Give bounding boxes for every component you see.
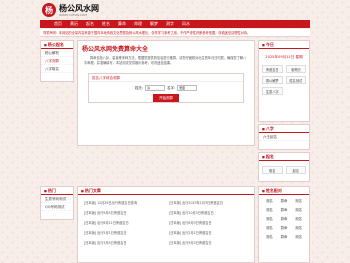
- form-row: 姓氏: 名字:: [89, 82, 243, 94]
- tool-button[interactable]: 周公解梦: [262, 76, 283, 84]
- nav-item-naming[interactable]: 起名: [82, 20, 98, 28]
- sidebar-bottom-panel: 热门 生辰号码测试 QQ号码测试: [40, 186, 74, 220]
- submit-button[interactable]: 开始测算: [153, 94, 179, 102]
- nav-item-fengshui[interactable]: 风水: [178, 20, 194, 28]
- article-link[interactable]: [日本版] 出行2023年1月3日黄道吉日: [169, 198, 248, 208]
- grid-link[interactable]: 测名: [262, 233, 277, 242]
- surname-input[interactable]: [145, 85, 165, 91]
- main-panel: 杨公风水网免费算命大全 算命包括八卦、星象等多种方法，根据您提供的信息进行推算，…: [77, 40, 255, 146]
- article-link[interactable]: [日本版] 出行9月5日黄道吉日: [84, 208, 163, 218]
- tool-buttons: 黄道吉日 老黄历 周公解梦 姓名测试 生辰八字: [259, 60, 309, 100]
- name-match-panel: 姓名配对 测名 算命 测名 测名 算命 测名 测名 算命 测名 测名 算命 测名…: [258, 186, 310, 263]
- grid-link[interactable]: 测名: [262, 224, 277, 233]
- grid-link[interactable]: 测名: [262, 206, 277, 215]
- tool-button[interactable]: 黄道吉日: [262, 65, 283, 73]
- sidebar-bottom-title: 热门: [41, 187, 73, 195]
- naming-button[interactable]: 取名: [262, 166, 283, 174]
- tool-button[interactable]: 姓名测试: [285, 76, 306, 84]
- bazi-panel: 八字 六壬起名: [258, 124, 310, 150]
- article-link[interactable]: [日本版] 出行10月3日黄道吉日: [169, 208, 248, 218]
- grid-link[interactable]: 算命: [277, 206, 292, 215]
- bazi-link[interactable]: 六壬起名: [259, 133, 309, 141]
- grid-link[interactable]: 测名: [291, 206, 306, 215]
- grid-link[interactable]: 测名: [291, 233, 306, 242]
- grid-link[interactable]: 算命: [277, 224, 292, 233]
- sidebar-item[interactable]: 杨公解析: [41, 49, 73, 57]
- grid-link[interactable]: 测名: [291, 197, 306, 206]
- nav-item-almanac[interactable]: 黄历: [66, 20, 82, 28]
- sidebar-item[interactable]: 八字取名: [41, 65, 73, 73]
- tool-button[interactable]: 老黄历: [285, 65, 306, 73]
- sidebar-title: 杨公起名: [41, 41, 73, 49]
- date-panel-title: 今日: [259, 41, 309, 49]
- sidebar-bottom-item[interactable]: QQ号码测试: [41, 203, 73, 211]
- sidebar-bottom-item[interactable]: 生辰号码测试: [41, 195, 73, 203]
- bazi-panel-title: 八字: [259, 125, 309, 133]
- form-title: 姓名八字综合测算: [89, 74, 243, 82]
- hot-articles-panel: 热门文章 [日本版] 12月29日出行黄道吉日查询 [日本版] 出行2023年1…: [77, 186, 255, 263]
- sidebar-panel: 杨公起名 杨公解析 八字测算 八字取名: [40, 40, 74, 82]
- hot-articles-title: 热门文章: [78, 187, 254, 195]
- article-link[interactable]: [日本版] 出行5月1日黄道吉日: [84, 228, 163, 238]
- nav-item-fortune[interactable]: 算命: [114, 20, 130, 28]
- grid-link[interactable]: 算命: [277, 197, 292, 206]
- notice-banner: 郑重声明：本网站的全量内容来源于国内本地传统文化思想及杨公风水理论，仅作学习参考…: [40, 29, 310, 37]
- grid-link[interactable]: 算命: [277, 215, 292, 224]
- main-nav: 首页 黄历 起名 姓名 算命 命理 解梦 测字 风水: [40, 20, 310, 28]
- hot-articles-list: [日本版] 12月29日出行黄道吉日查询 [日本版] 出行2023年1月3日黄道…: [78, 195, 254, 251]
- nav-item-name[interactable]: 姓名: [98, 20, 114, 28]
- intro-text: 算命包括八卦、星象等多种方法，根据您提供的信息进行推算，请您仔细核对出生的年月日…: [84, 56, 247, 65]
- test-form: 姓名八字综合测算 姓氏: 名字: 开始测算: [88, 73, 244, 103]
- nav-item-destiny[interactable]: 命理: [130, 20, 146, 28]
- name-match-grid: 测名 算命 测名 测名 算命 测名 测名 算命 测名 测名 算命 测名 测名 算…: [259, 195, 309, 244]
- article-link[interactable]: [日本版] 出行2月1日黄道吉日: [169, 228, 248, 238]
- article-link[interactable]: [日本版] 出行6月3日黄道吉日: [169, 218, 248, 228]
- grid-link[interactable]: 测名: [291, 224, 306, 233]
- sidebar-item-active[interactable]: 八字测算: [41, 57, 73, 65]
- grid-link[interactable]: 测名: [262, 197, 277, 206]
- grid-link[interactable]: 算命: [277, 233, 292, 242]
- article-link[interactable]: [日本版] 12月29日出行黄道吉日查询: [84, 198, 163, 208]
- site-header: 杨 杨公风水网 WWW.YGFSW.COM: [40, 0, 310, 20]
- page-title: 杨公风水网免费算命大全: [82, 46, 149, 53]
- naming-panel-title: 起名: [259, 153, 309, 161]
- article-link[interactable]: [日本版] 出行3月5日黄道吉日: [84, 238, 163, 248]
- naming-button[interactable]: 起名: [285, 166, 306, 174]
- nav-item-home[interactable]: 首页: [50, 20, 66, 28]
- grid-link[interactable]: 测名: [291, 215, 306, 224]
- name-label: 名字:: [167, 85, 176, 90]
- naming-panel: 起名 取名 起名: [258, 152, 310, 182]
- site-url: WWW.YGFSW.COM: [59, 13, 87, 17]
- date-panel: 今日 2025年09月11日 星期 黄道吉日 老黄历 周公解梦 姓名测试 生辰八…: [258, 40, 310, 122]
- current-date: 2025年09月11日 星期: [265, 55, 303, 59]
- article-link[interactable]: [日本版] 出行9月3日黄道吉日: [169, 238, 248, 248]
- nav-item-character[interactable]: 测字: [162, 20, 178, 28]
- surname-label: 姓氏:: [134, 85, 143, 90]
- tool-button[interactable]: 生辰八字: [262, 87, 283, 95]
- naming-buttons: 取名 起名: [259, 161, 309, 179]
- page-container: 杨 杨公风水网 WWW.YGFSW.COM 首页 黄历 起名 姓名 算命 命理 …: [40, 0, 310, 263]
- site-logo[interactable]: 杨: [42, 3, 56, 17]
- article-link[interactable]: [日本版] 出行6月11日黄道吉日: [84, 218, 163, 228]
- name-input[interactable]: [177, 85, 198, 91]
- grid-link[interactable]: 测名: [262, 215, 277, 224]
- nav-item-dream[interactable]: 解梦: [146, 20, 162, 28]
- name-match-title: 姓名配对: [259, 187, 309, 195]
